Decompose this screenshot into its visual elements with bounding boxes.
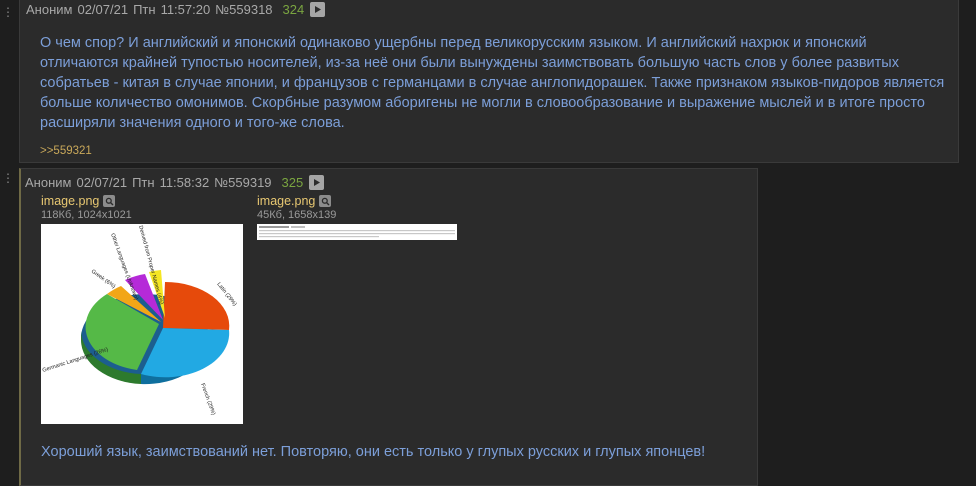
pie-label-greek: Greek (6%) — [90, 269, 117, 290]
post-reply-count: 325 — [281, 175, 304, 190]
post-menu-dots[interactable]: ⋮ — [2, 6, 15, 18]
post-author: Аноним — [26, 2, 73, 17]
pie-chart-image: Latin (29%) French (29%) Germanic Langua… — [42, 225, 238, 417]
file-name-link[interactable]: image.png — [257, 194, 315, 208]
post-number-link[interactable]: №559318 — [215, 2, 272, 17]
play-icon — [315, 6, 322, 13]
post-time: 11:58:32 — [159, 175, 210, 190]
post: Аноним 02/07/21 Птн 11:58:32 №559319 325… — [19, 168, 758, 486]
post-message: Хороший язык, заимствований нет. Повторя… — [41, 444, 706, 460]
post: Аноним 02/07/21 Птн 11:57:20 №559318 324… — [19, 0, 959, 163]
search-icon — [321, 197, 330, 205]
file-meta: 118Кб, 1024x1021 — [41, 209, 132, 221]
image-thumbnail[interactable]: Latin (29%) French (29%) Germanic Langua… — [41, 224, 243, 424]
play-icon — [314, 179, 321, 186]
post-message: О чем спор? И английский и японский один… — [40, 35, 945, 131]
zoom-button[interactable] — [319, 195, 332, 207]
zoom-button[interactable] — [103, 195, 116, 207]
search-icon — [105, 197, 114, 205]
post-weekday: Птн — [132, 175, 155, 190]
file-name-link[interactable]: image.png — [41, 194, 99, 208]
play-button[interactable] — [310, 2, 326, 17]
play-button[interactable] — [309, 175, 325, 190]
post-header: Аноним 02/07/21 Птн 11:57:20 №559318 324 — [26, 2, 326, 17]
reply-link[interactable]: >>559321 — [40, 145, 92, 157]
post-menu-dots[interactable]: ⋮ — [2, 172, 15, 184]
post-date: 02/07/21 — [76, 175, 128, 190]
pie-label-french: French (29%) — [199, 383, 216, 417]
post-date: 02/07/21 — [77, 2, 129, 17]
post-weekday: Птн — [133, 2, 156, 17]
file-meta: 45Кб, 1658x139 — [257, 209, 337, 221]
text-image — [259, 226, 455, 238]
post-author: Аноним — [25, 175, 72, 190]
image-thumbnail[interactable] — [257, 224, 457, 240]
post-header: Аноним 02/07/21 Птн 11:58:32 №559319 325 — [25, 175, 325, 190]
post-time: 11:57:20 — [160, 2, 211, 17]
file-info: image.png 118Кб, 1024x1021 — [41, 194, 132, 221]
file-info: image.png 45Кб, 1658x139 — [257, 194, 336, 221]
post-reply-count: 324 — [282, 2, 305, 17]
post-number-link[interactable]: №559319 — [214, 175, 271, 190]
